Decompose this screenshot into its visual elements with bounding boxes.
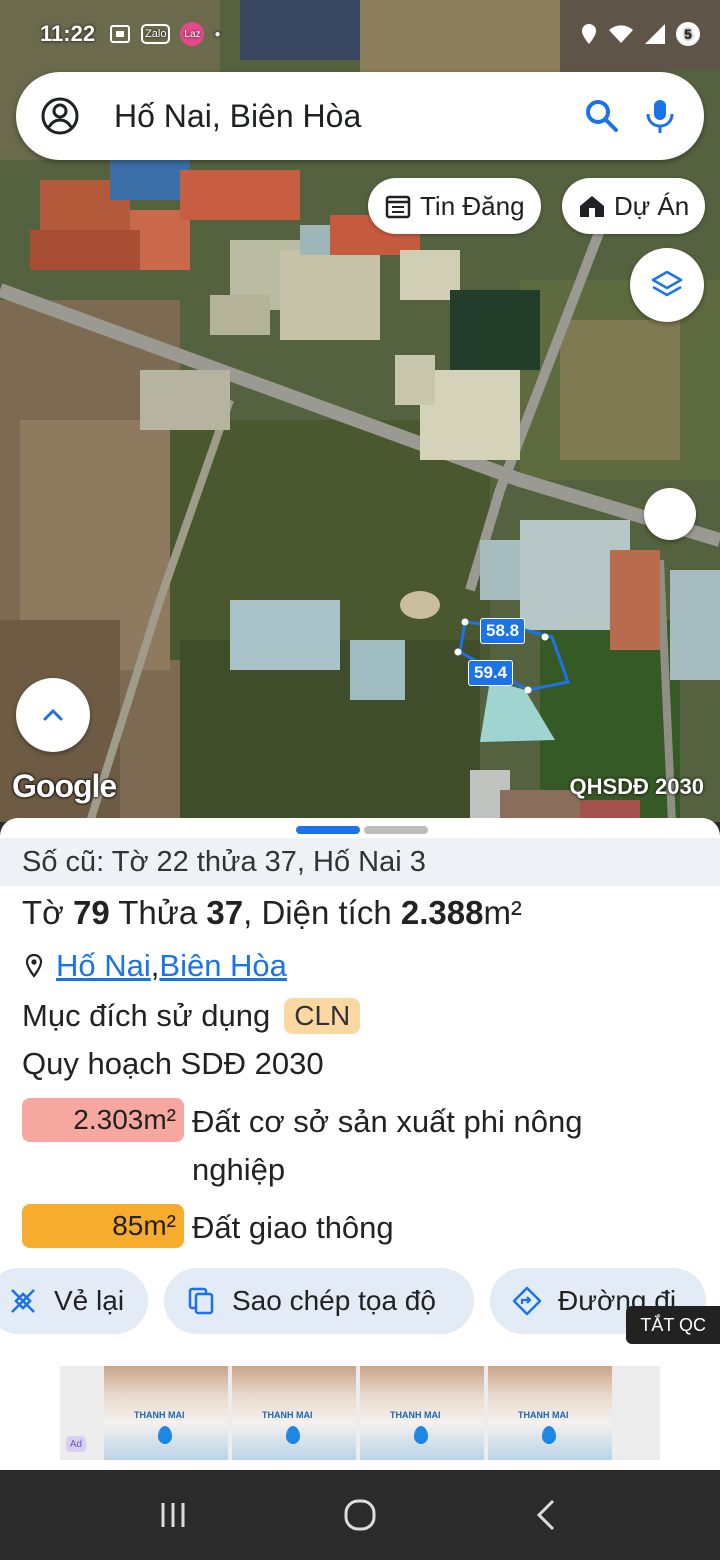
address-ward-link[interactable]: Hố Nai xyxy=(56,948,151,984)
plot-prefix: Thửa xyxy=(109,894,207,931)
gallery-icon xyxy=(109,23,131,45)
ad-off-button[interactable]: TẮT QC xyxy=(626,1306,720,1344)
home-icon[interactable] xyxy=(340,1495,380,1535)
pager-dot[interactable] xyxy=(364,826,428,834)
wifi-icon xyxy=(609,25,633,43)
land-use-row: 2.303m² Đất cơ sở sản xuất phi nông nghi… xyxy=(22,1098,662,1194)
calendar-list-icon xyxy=(385,195,411,219)
location-icon xyxy=(582,24,596,44)
house-icon xyxy=(580,196,604,217)
sheet-prefix: Tờ xyxy=(22,894,73,931)
google-attribution: Google xyxy=(12,768,117,804)
back-icon[interactable] xyxy=(527,1495,567,1535)
recent-apps-icon[interactable] xyxy=(153,1495,193,1535)
redraw-icon xyxy=(11,1289,35,1313)
plot-number: 37 xyxy=(206,894,244,931)
address-city-link[interactable]: Biên Hòa xyxy=(159,948,287,984)
plan-title: Quy hoạch SDĐ 2030 xyxy=(22,1046,324,1081)
listings-chip-label: Tin Đăng xyxy=(420,190,525,221)
land-use-row: 85m² Đất giao thông xyxy=(22,1204,662,1252)
area-prefix: , Diện tích xyxy=(243,894,401,931)
parcel-dimension-side: 59.4 xyxy=(468,660,514,686)
ad-brand: THANH MAI xyxy=(518,1410,569,1420)
directions-icon xyxy=(512,1286,542,1316)
projects-chip-label: Dự Án xyxy=(614,190,690,221)
satellite-map[interactable]: 58.8 59.4 11:22 Zalo Laz ● 5 Hố Nai, Biê… xyxy=(0,0,720,822)
battery-icon: 5 xyxy=(676,22,700,46)
land-use-description: Đất cơ sở sản xuất phi nông nghiệp xyxy=(192,1104,583,1187)
overlay-label: QHSDĐ 2030 xyxy=(569,774,704,799)
address: Hố Nai, Biên Hòa xyxy=(22,948,287,984)
map-handle-button[interactable] xyxy=(644,488,696,540)
ad-mark-icon: Ad xyxy=(66,1436,86,1452)
signal-icon xyxy=(645,24,665,44)
account-circle-icon[interactable] xyxy=(40,96,80,136)
parcel-info-sheet: Số cũ: Tờ 22 thửa 37, Hố Nai 3 Tờ 79 Thử… xyxy=(0,818,720,1470)
copy-coords-button[interactable]: Sao chép tọa độ xyxy=(164,1268,474,1334)
pager-dot-active[interactable] xyxy=(296,826,360,834)
chevron-up-icon xyxy=(43,708,63,721)
redraw-button[interactable]: Vẻ lại xyxy=(0,1268,148,1334)
status-time: 11:22 xyxy=(40,21,96,46)
listings-chip[interactable]: Tin Đăng xyxy=(368,178,541,234)
redraw-label: Vẻ lại xyxy=(54,1285,125,1316)
ad-brand: THANH MAI xyxy=(134,1410,185,1420)
notification-dot-icon: ● xyxy=(214,28,221,40)
zalo-icon: Zalo xyxy=(141,24,171,44)
parcel-summary: Tờ 79 Thửa 37, Diện tích 2.388m² xyxy=(22,894,522,932)
ad-image: THANH MAI xyxy=(232,1366,356,1460)
old-parcel-info: Số cũ: Tờ 22 thửa 37, Hố Nai 3 xyxy=(0,838,720,886)
land-use-description: Đất giao thông xyxy=(192,1210,394,1245)
layers-icon xyxy=(651,270,683,297)
land-use-area: 85m² xyxy=(22,1204,184,1248)
mic-icon[interactable] xyxy=(640,96,680,136)
ad-brand: THANH MAI xyxy=(262,1410,313,1420)
address-separator: , xyxy=(150,948,160,983)
projects-chip[interactable]: Dự Án xyxy=(562,178,706,234)
layers-button[interactable] xyxy=(630,248,704,322)
land-purpose: Mục đích sử dụng CLN xyxy=(22,998,361,1034)
purpose-label: Mục đích sử dụng xyxy=(22,998,271,1033)
status-bar: 11:22 Zalo Laz ● 5 xyxy=(40,14,700,54)
expand-sheet-button[interactable] xyxy=(16,678,90,752)
area-value: 2.388 xyxy=(400,894,484,931)
sheet-number: 79 xyxy=(72,894,110,931)
copy-coords-label: Sao chép tọa độ xyxy=(232,1285,436,1316)
search-input[interactable]: Hố Nai, Biên Hòa xyxy=(114,98,564,135)
lazada-icon: Laz xyxy=(180,22,205,46)
ad-brand: THANH MAI xyxy=(390,1410,441,1420)
ad-image: THANH MAI xyxy=(360,1366,484,1460)
system-nav-bar xyxy=(0,1470,720,1560)
copy-icon xyxy=(188,1287,214,1315)
search-bar[interactable]: Hố Nai, Biên Hòa xyxy=(16,72,704,160)
search-icon[interactable] xyxy=(582,96,622,136)
ad-image: THANH MAI xyxy=(488,1366,612,1460)
parcel-dimension-top: 58.8 xyxy=(480,618,526,644)
place-pin-icon xyxy=(25,953,43,978)
purpose-code-badge: CLN xyxy=(284,998,361,1034)
land-use-area: 2.303m² xyxy=(22,1098,184,1142)
sheet-pager[interactable] xyxy=(296,826,428,834)
ad-banner[interactable]: Ad THANH MAI THANH MAI THANH MAI THANH M… xyxy=(60,1366,660,1460)
area-unit: m² xyxy=(483,894,522,931)
ad-image: THANH MAI xyxy=(104,1366,228,1460)
